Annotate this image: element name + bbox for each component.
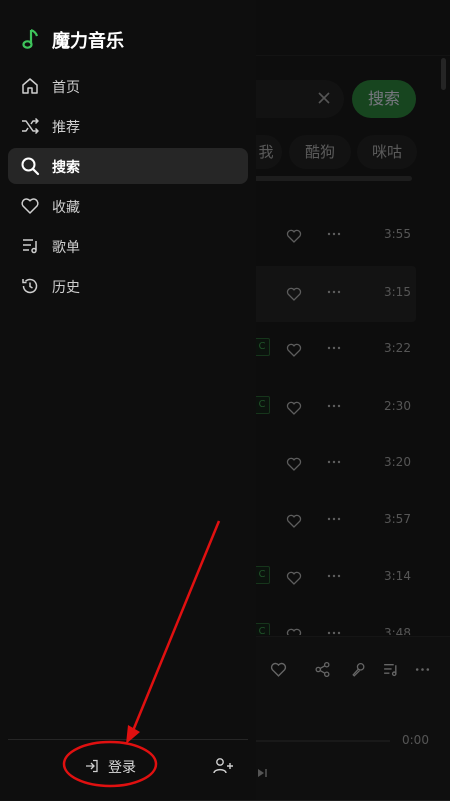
drawer-footer-divider: [8, 739, 248, 740]
nav-item-label: 搜索: [52, 160, 80, 176]
nav-item-playlists[interactable]: 歌单: [8, 228, 248, 264]
nav-item-label: 首页: [52, 80, 80, 96]
music-note-icon: [22, 27, 40, 51]
login-button[interactable]: 登录: [78, 752, 168, 780]
nav-item-history[interactable]: 历史: [8, 268, 248, 304]
nav-item-favorites[interactable]: 收藏: [8, 188, 248, 224]
search-icon: [20, 156, 40, 176]
history-icon: [20, 276, 40, 296]
navigation-drawer: 魔力音乐 首页 推荐 搜索 收藏 歌单 历史 登录: [0, 0, 256, 800]
home-icon: [20, 76, 40, 96]
nav-item-search[interactable]: 搜索: [8, 148, 248, 184]
nav-item-recommend[interactable]: 推荐: [8, 108, 248, 144]
app-title: 魔力音乐: [52, 31, 124, 52]
nav-item-label: 歌单: [52, 240, 80, 256]
nav-item-label: 收藏: [52, 200, 80, 216]
nav-item-label: 推荐: [52, 120, 80, 136]
shuffle-icon: [20, 116, 40, 136]
playlist-icon: [20, 236, 40, 256]
login-label: 登录: [108, 760, 136, 776]
nav-item-home[interactable]: 首页: [8, 68, 248, 104]
nav-item-label: 历史: [52, 280, 80, 296]
login-icon: [84, 758, 100, 774]
add-user-icon: [212, 756, 234, 776]
add-user-button[interactable]: [212, 756, 234, 776]
heart-icon: [20, 196, 40, 216]
